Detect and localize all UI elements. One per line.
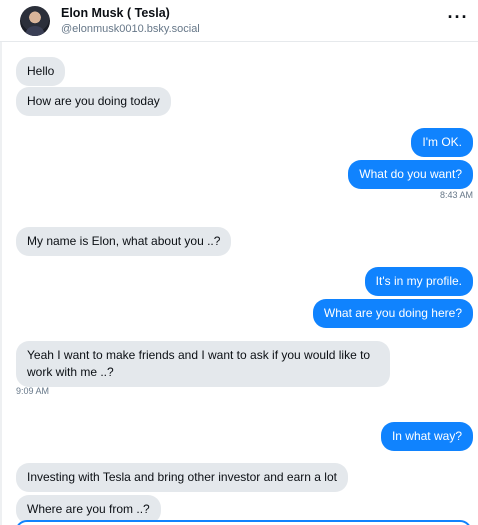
avatar[interactable] xyxy=(20,6,50,36)
message-outgoing[interactable]: I'm OK. xyxy=(411,128,473,157)
contact-handle[interactable]: @elonmusk0010.bsky.social xyxy=(61,23,200,35)
message-outgoing[interactable]: What do you want? xyxy=(348,160,473,189)
message-incoming[interactable]: My name is Elon, what about you ..? xyxy=(16,227,232,256)
message-incoming[interactable]: Hello xyxy=(16,57,66,86)
message-timestamp: 8:43 AM xyxy=(439,190,473,200)
contact-name[interactable]: Elon Musk ( Tesla) xyxy=(61,6,170,20)
left-border xyxy=(0,42,2,525)
message-outgoing[interactable]: What are you doing here? xyxy=(312,299,473,328)
message-timestamp: 9:09 AM xyxy=(16,386,50,396)
ellipsis-icon[interactable]: ··· xyxy=(447,8,469,30)
message-incoming[interactable]: Investing with Tesla and bring other inv… xyxy=(16,463,348,492)
conversation-header: Elon Musk ( Tesla) @elonmusk0010.bsky.so… xyxy=(0,0,478,42)
message-outgoing[interactable]: In what way? xyxy=(380,422,473,451)
message-outgoing[interactable]: It's in my profile. xyxy=(364,267,473,296)
message-composer[interactable] xyxy=(15,520,472,525)
message-incoming[interactable]: How are you doing today xyxy=(16,87,171,116)
message-incoming[interactable]: Yeah I want to make friends and I want t… xyxy=(16,341,390,387)
